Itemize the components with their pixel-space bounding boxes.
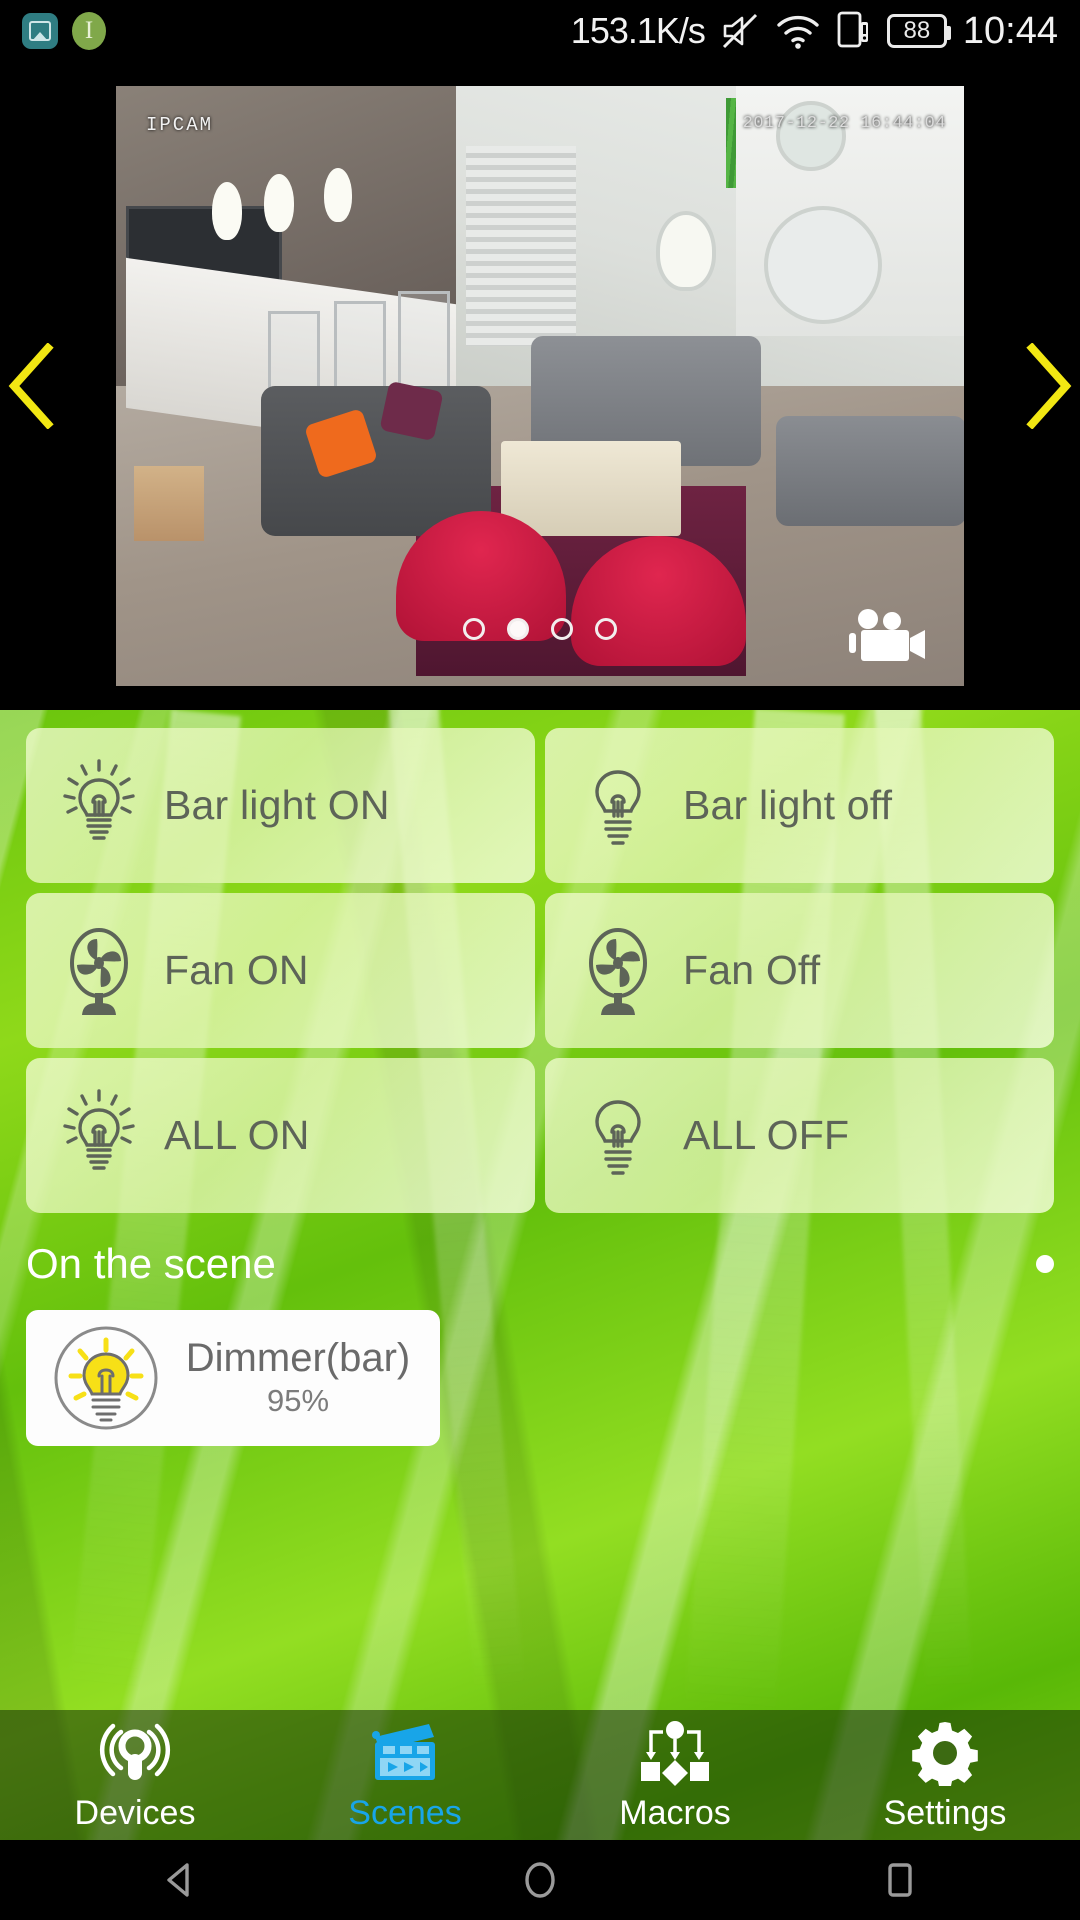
scene-row-all: ALL ON ALL OFF [26,1058,1054,1213]
home-circle-icon[interactable] [480,1840,600,1920]
scene-button-label: Bar light ON [164,782,390,828]
tab-label: Settings [883,1793,1007,1832]
scene-button-all-off[interactable]: ALL OFF [545,1058,1054,1213]
photo-icon [22,13,58,49]
camera-timestamp-overlay: 2017-12-22 16:44:04 [742,114,946,133]
section-header-on-the-scene: On the scene [26,1240,1054,1288]
scene-button-label: ALL ON [164,1112,310,1158]
scenes-panel: Bar light ON Bar light off Fan ON Fan Of… [0,710,1080,1840]
video-scene-blinds [466,146,576,346]
network-speed-label: 153.1K/s [570,10,706,51]
camera-video-frame[interactable]: IPCAM 2017-12-22 16:44:04 [116,86,964,686]
page-dot-2[interactable] [507,618,529,640]
fan-icon [579,923,657,1019]
video-scene-ceiling-light-b [776,101,846,171]
scene-button-label: Fan Off [683,947,821,993]
video-scene-pendant-b [264,174,294,232]
scene-button-label: ALL OFF [683,1112,850,1158]
signal-broadcast-icon [93,1718,177,1788]
lightbulb-off-icon [579,1088,657,1184]
chevron-right-icon[interactable] [1026,343,1072,429]
flowchart-icon [633,1718,717,1788]
page-dot-3[interactable] [551,618,573,640]
video-scene-bulb [656,211,716,291]
battery-icon: 88 [886,14,951,48]
camera-name-overlay: IPCAM [146,114,214,136]
scene-row-bar-light: Bar light ON Bar light off [26,728,1054,883]
fan-icon [60,923,138,1019]
page-indicator-dot[interactable] [1036,1255,1054,1273]
page-dot-4[interactable] [595,618,617,640]
scene-button-bar-light-on[interactable]: Bar light ON [26,728,535,883]
scene-row-fan: Fan ON Fan Off [26,893,1054,1048]
tab-label: Scenes [348,1793,462,1832]
back-triangle-icon[interactable] [120,1840,240,1920]
device-name-label: Dimmer(bar) [185,1336,411,1380]
status-bar: I 153.1K/s 88 10:44 [0,0,1080,62]
info-icon: I [72,12,106,50]
dimmer-bulb-icon [52,1324,160,1432]
chevron-left-icon[interactable] [8,343,54,429]
video-scene-sofa-right [776,416,964,526]
gear-icon [903,1718,987,1788]
camera-viewer[interactable]: IPCAM 2017-12-22 16:44:04 [0,62,1080,710]
video-scene-ceiling-light-a [764,206,882,324]
scene-button-fan-off[interactable]: Fan Off [545,893,1054,1048]
lightbulb-on-icon [60,1088,138,1184]
tab-label: Devices [74,1793,196,1832]
tab-macros[interactable]: Macros [540,1710,810,1840]
recents-square-icon[interactable] [840,1840,960,1920]
bottom-tab-bar: Devices Scenes Macros Settings [0,1710,1080,1840]
tab-label: Macros [619,1793,731,1832]
scene-button-label: Fan ON [164,947,309,993]
camera-page-indicator [116,618,964,640]
scene-button-bar-light-off[interactable]: Bar light off [545,728,1054,883]
video-scene-coffee-table [501,441,681,536]
status-bar-system: 153.1K/s 88 10:44 [571,10,1080,53]
android-navigation-bar [0,1840,1080,1920]
mute-icon [721,11,759,51]
android-nav-buttons [0,1840,1080,1920]
tab-settings[interactable]: Settings [810,1710,1080,1840]
device-value-label: 95% [266,1383,330,1418]
lightbulb-on-icon [60,758,138,854]
device-card-text: Dimmer(bar) 95% [178,1337,440,1419]
clock-label: 10:44 [962,9,1058,52]
wifi-icon [775,12,821,50]
tab-devices[interactable]: Devices [0,1710,270,1840]
video-scene-pendant-a [212,182,242,240]
scene-button-fan-on[interactable]: Fan ON [26,893,535,1048]
scene-button-grid: Bar light ON Bar light off Fan ON Fan Of… [0,710,1080,1223]
video-scene-carton [134,466,204,541]
device-card-dimmer[interactable]: Dimmer(bar) 95% [26,1310,440,1446]
tab-scenes[interactable]: Scenes [270,1710,540,1840]
scene-button-all-on[interactable]: ALL ON [26,1058,535,1213]
status-bar-notifications: I [0,12,106,50]
scene-button-label: Bar light off [683,782,893,828]
video-scene-pendant-c [324,168,352,222]
section-title: On the scene [26,1240,276,1287]
page-dot-1[interactable] [463,618,485,640]
battery-level-label: 88 [903,17,931,44]
clapperboard-icon [363,1718,447,1788]
sim-card-icon [837,10,871,52]
video-camera-icon[interactable] [846,608,928,664]
lightbulb-off-icon [579,758,657,854]
